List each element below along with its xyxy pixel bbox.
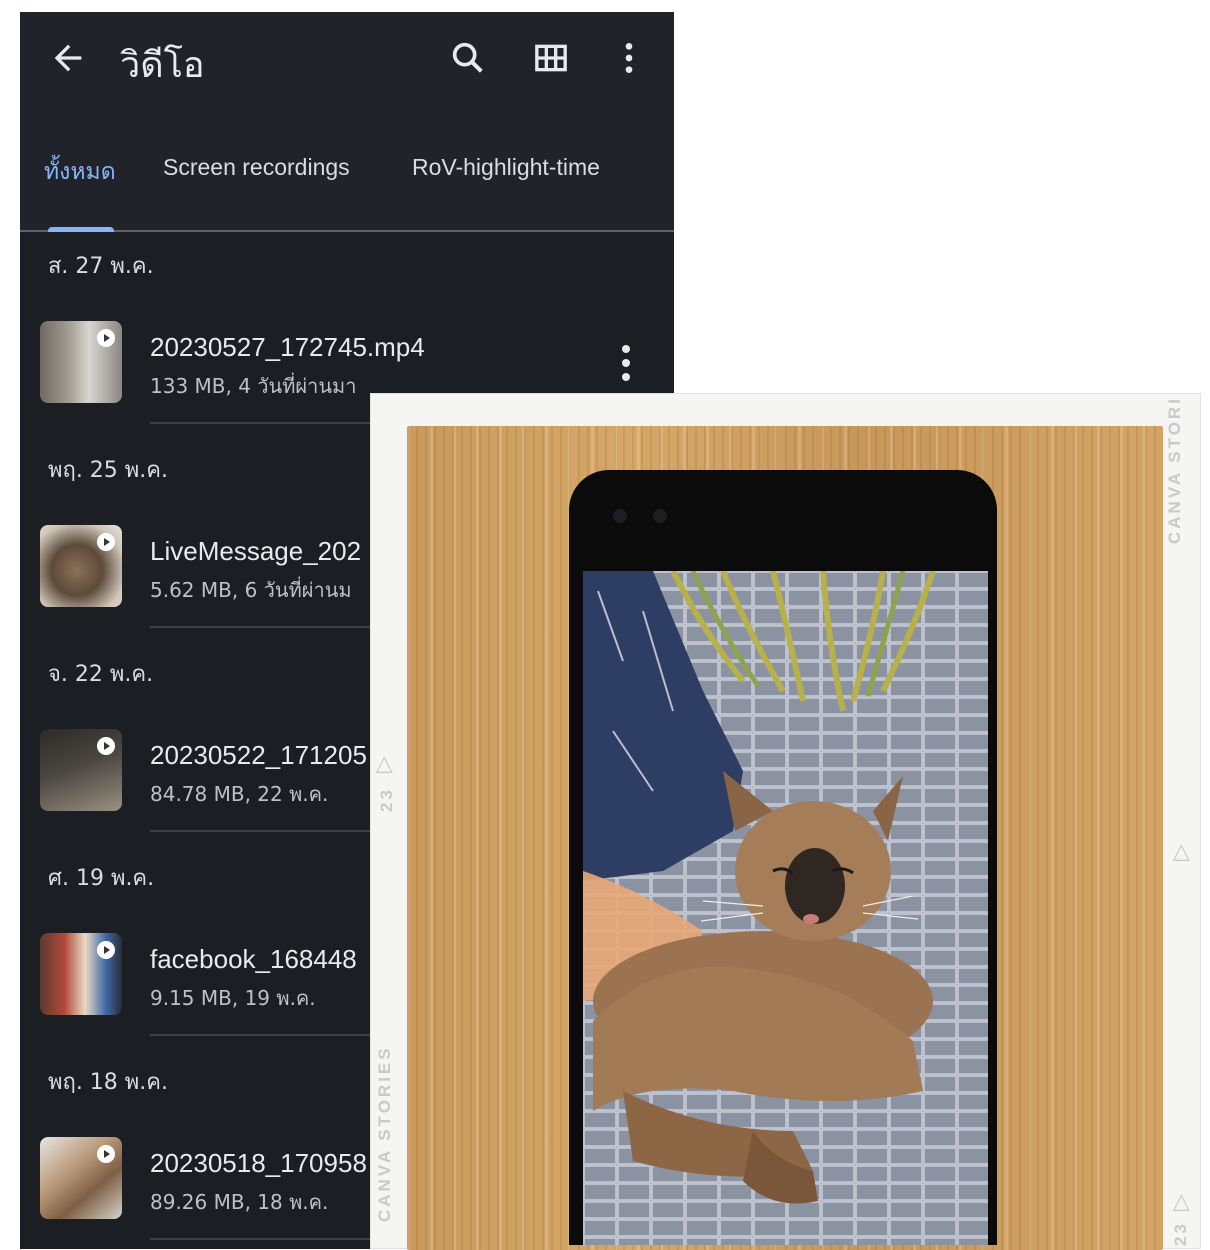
play-icon [97,941,115,959]
video-file-meta: 9.15 MB, 19 พ.ค. [150,986,316,1010]
front-camera [653,509,667,523]
app-bar: วิดีโอ [20,12,674,104]
date-header: พฤ. 18 พ.ค. [48,1070,169,1095]
active-tab-indicator [48,227,114,232]
frame-marker-bottom-right: ▷ [1167,1194,1193,1211]
video-thumbnail[interactable] [40,321,122,403]
more-vert-icon[interactable] [609,38,649,78]
play-icon [97,329,115,347]
grid-view-icon[interactable] [531,38,571,78]
video-file-meta: 89.26 MB, 18 พ.ค. [150,1190,329,1214]
frame-marker-right: ▷ [1167,844,1193,861]
video-file-meta: 84.78 MB, 22 พ.ค. [150,782,329,806]
tab-all[interactable]: ทั้งหมด [44,154,116,190]
front-camera [613,509,627,523]
video-file-name[interactable]: 20230522_171205 [150,740,367,771]
tab-bar: ทั้งหมด Screen recordings RoV-highlight-… [20,104,674,232]
date-header: จ. 22 พ.ค. [48,662,154,687]
video-file-meta: 133 MB, 4 วันที่ผ่านมา [150,374,357,398]
date-header: ศ. 19 พ.ค. [48,866,155,891]
video-file-name[interactable]: 20230518_170958 [150,1148,367,1179]
tab-rov-highlight-time[interactable]: RoV-highlight-time [412,154,600,181]
frame-marker-left: ▷ [370,756,396,773]
date-header: พฤ. 25 พ.ค. [48,458,169,483]
video-file-name[interactable]: LiveMessage_202 [150,536,361,567]
video-file-meta: 5.62 MB, 6 วันที่ผ่านม [150,578,352,602]
play-icon [97,737,115,755]
photo-card: CANVA STORI CANVA STORIES 23 23 ▷ ▷ ▷ [370,393,1201,1250]
smartphone [569,470,997,1245]
video-file-name[interactable]: 20230527_172745.mp4 [150,332,425,363]
frame-number-right: 23 [1171,1221,1190,1246]
video-file-name[interactable]: facebook_168448 [150,944,357,975]
play-icon [97,533,115,551]
watermark-top-right: CANVA STORI [1165,396,1184,544]
date-header: ส. 27 พ.ค. [48,254,154,279]
item-more-icon[interactable] [616,343,636,383]
search-icon[interactable] [448,38,488,78]
back-arrow-icon[interactable] [48,38,88,78]
video-thumbnail[interactable] [40,1137,122,1219]
phone-screen-cat-photo [583,571,988,1245]
tab-screen-recordings[interactable]: Screen recordings [163,154,350,181]
video-thumbnail[interactable] [40,729,122,811]
video-thumbnail[interactable] [40,933,122,1015]
video-thumbnail[interactable] [40,525,122,607]
watermark-left: CANVA STORIES [375,1045,394,1222]
frame-number-left: 23 [377,787,396,812]
page-title: วิดีโอ [120,45,205,86]
play-icon [97,1145,115,1163]
cat-photo-illustration [583,571,988,1245]
